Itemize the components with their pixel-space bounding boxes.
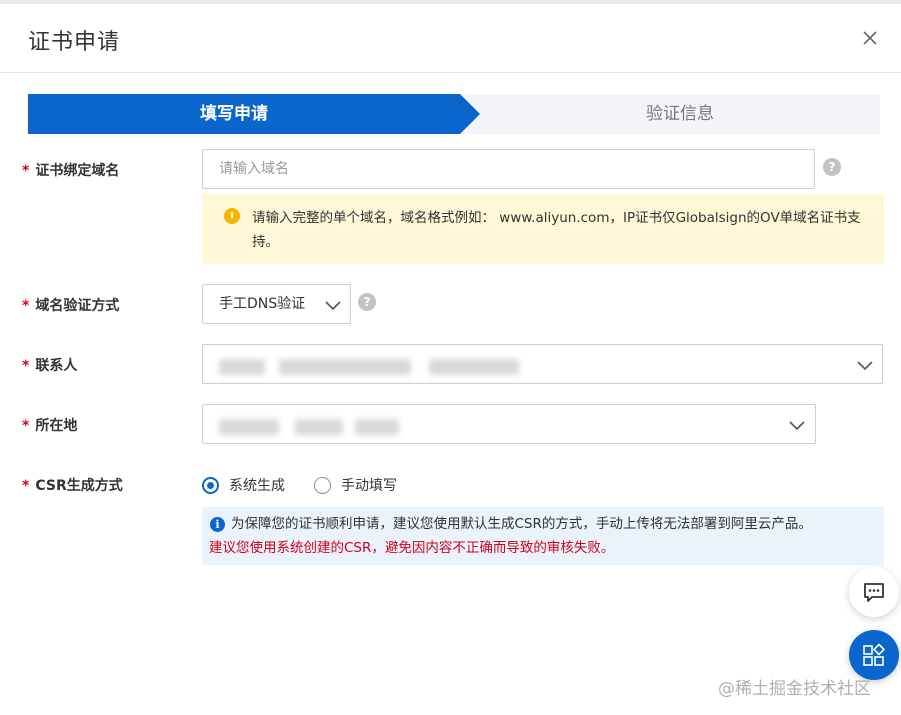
chat-icon [864,583,884,602]
required-mark: * [22,418,30,434]
contact-label: * 联系人 [22,355,77,375]
csr-option-manual[interactable]: 手动填写 [314,474,397,496]
warning-icon [224,208,240,224]
redacted-contact-2 [279,359,411,375]
step-arrow [460,94,480,134]
step-indicator: 填写申请 验证信息 [28,94,880,134]
info-icon: i [210,517,225,532]
csr-option-manual-label: 手动填写 [341,478,397,494]
verify-method-select[interactable]: 手工DNS验证 [202,284,351,324]
watermark: @稀土掘金技术社区 [718,679,871,699]
domain-warning-text: 请输入完整的单个域名，域名格式例如： www.aliyun.com，IP证书仅G… [252,210,861,250]
step-verify-info: 验证信息 [646,104,714,124]
radio-checked-icon[interactable] [202,476,219,494]
required-mark: * [22,358,30,374]
location-select[interactable] [202,404,816,444]
csr-info-text: 为保障您的证书顺利申请，建议您使用默认生成CSR的方式，手动上传将无法部署到阿里… [231,516,812,532]
chat-button[interactable] [849,567,899,617]
redacted-contact-1 [219,359,265,375]
location-label: * 所在地 [22,415,77,435]
required-mark: * [22,163,30,179]
domain-label: * 证书绑定域名 [22,160,119,180]
chevron-down-icon [789,417,805,431]
contact-label-text: 联系人 [35,358,78,374]
apps-button[interactable] [849,630,899,680]
domain-help-icon[interactable]: ? [823,158,841,176]
redacted-location-2 [295,419,343,435]
close-icon[interactable] [858,26,882,50]
csr-label-text: CSR生成方式 [35,478,123,494]
apps-icon [863,643,886,666]
domain-input-wrapper [202,149,815,189]
verify-method-label: * 域名验证方式 [22,295,119,315]
redacted-location-3 [355,419,399,435]
step-write-application: 填写申请 [200,104,268,124]
chevron-down-icon [857,357,873,371]
required-mark: * [22,478,30,494]
domain-label-text: 证书绑定域名 [35,163,120,179]
verify-method-value: 手工DNS验证 [219,296,306,312]
csr-label: * CSR生成方式 [22,475,123,495]
domain-warning-box: 请输入完整的单个域名，域名格式例如： www.aliyun.com，IP证书仅G… [202,194,884,264]
redacted-contact-3 [429,359,519,375]
dialog-header: 证书申请 [0,4,901,73]
csr-recommend-text: 建议您使用系统创建的CSR，避免因内容不正确而导致的审核失败。 [209,540,615,556]
radio-unchecked-icon[interactable] [314,476,331,494]
csr-option-system-label: 系统生成 [229,478,285,494]
required-mark: * [22,298,30,314]
location-label-text: 所在地 [35,418,78,434]
verify-method-help-icon[interactable]: ? [358,293,376,311]
verify-method-label-text: 域名验证方式 [35,298,120,314]
csr-option-system[interactable]: 系统生成 [202,474,285,496]
csr-info-box: i 为保障您的证书顺利申请，建议您使用默认生成CSR的方式，手动上传将无法部署到… [202,507,884,565]
redacted-location-1 [219,419,279,435]
domain-input[interactable] [203,150,814,188]
dialog-title: 证书申请 [28,30,121,55]
contact-select[interactable] [202,344,883,384]
chevron-down-icon [325,297,341,311]
